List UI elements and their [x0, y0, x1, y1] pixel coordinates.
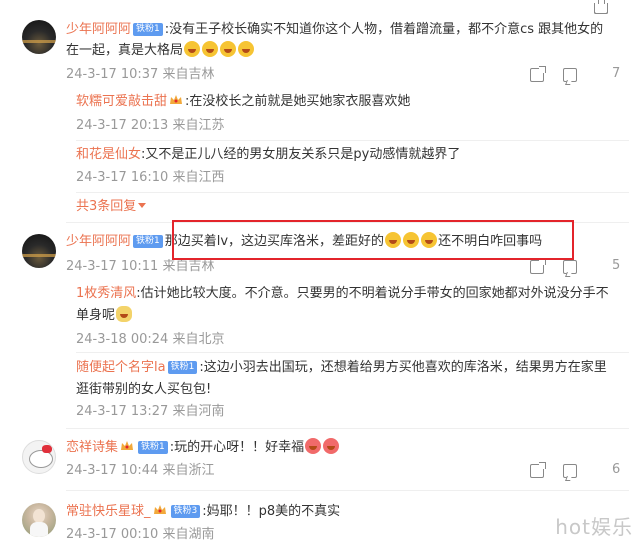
highlight-box: [172, 220, 574, 260]
divider: [76, 352, 629, 353]
fan-badge[interactable]: 铁粉1: [133, 23, 163, 36]
reply-username[interactable]: 和花是仙女: [76, 147, 141, 162]
laugh-emoji: [184, 41, 201, 57]
more-replies-label: 共3条回复: [76, 199, 137, 214]
caret-down-icon: [138, 203, 147, 208]
reply-meta: 24-3-17 13:27 来自河南: [76, 404, 225, 419]
reply-text: :估计她比较大度。不介意。只要男的不明着说分手带女的回家她都对外说没分手不: [136, 286, 609, 301]
fan-badge[interactable]: 铁粉1: [133, 235, 163, 248]
divider: [76, 192, 629, 193]
reply-username[interactable]: 随便起个名字la: [76, 360, 166, 375]
avatar[interactable]: [22, 503, 56, 537]
avatar[interactable]: [22, 234, 56, 268]
laugh-emoji: [238, 41, 255, 57]
heart-face-emoji: [305, 438, 322, 454]
comment-meta: 24-3-17 00:10 来自湖南: [66, 527, 215, 542]
reply-text: :这边小羽去出国玩，还想着给男方买他喜欢的库洛米，结果男方在家里: [199, 360, 607, 375]
comment-text: :妈耶！！p8美的不真实: [202, 504, 341, 519]
fan-badge[interactable]: 铁粉3: [170, 505, 201, 518]
heart-face-emoji: [323, 438, 340, 454]
thumbs-up-icon[interactable]: [594, 0, 608, 14]
crown-icon: [153, 503, 167, 515]
crown-icon: [120, 439, 134, 451]
reply-icon[interactable]: [563, 464, 577, 478]
reply-text-cont: 逛街带别的女人买包包!: [76, 382, 212, 397]
avatar[interactable]: [22, 20, 56, 54]
like-count: 7: [612, 66, 621, 81]
crown-icon: [169, 93, 183, 105]
reply-icon[interactable]: [563, 260, 577, 274]
cat-emoji: [116, 306, 133, 322]
like-count: 6: [612, 462, 621, 477]
reply-username[interactable]: 1枚秀清风: [76, 286, 136, 301]
avatar[interactable]: [22, 440, 56, 474]
divider: [66, 490, 629, 491]
comment-meta: 24-3-17 10:44 来自浙江: [66, 463, 215, 478]
comment-username[interactable]: 恋祥诗集: [66, 440, 118, 455]
comment-text: :没有王子校长确实不知道你这个人物，借着蹭流量，都不介意cs 跟其他女的: [164, 22, 604, 37]
fan-badge[interactable]: 铁粉1: [138, 441, 168, 454]
like-count: 5: [612, 258, 621, 273]
comment-username[interactable]: 少年阿阿阿: [66, 22, 131, 37]
comment-username[interactable]: 常驻快乐星球_: [66, 504, 151, 519]
reply-meta: 24-3-17 20:13 来自江苏: [76, 118, 225, 133]
watermark: hot娱乐: [555, 515, 633, 539]
divider: [66, 428, 629, 429]
comment-username[interactable]: 少年阿阿阿: [66, 234, 131, 249]
share-icon[interactable]: [530, 462, 546, 478]
reply-icon[interactable]: [563, 68, 577, 82]
more-replies-link[interactable]: 共3条回复: [76, 197, 147, 217]
laugh-emoji: [202, 41, 219, 57]
reply-meta: 24-3-17 16:10 来自江西: [76, 170, 225, 185]
comment-text-cont: 在一起，真是大格局: [66, 43, 184, 58]
reply-meta: 24-3-18 00:24 来自北京: [76, 332, 225, 347]
reply-username[interactable]: 软糯可爱敲击甜: [76, 94, 167, 109]
comment-text: :玩的开心呀！！好幸福: [169, 440, 305, 455]
comment-meta: 24-3-17 10:37 来自吉林: [66, 67, 215, 82]
divider: [76, 140, 629, 141]
comment-meta: 24-3-17 10:11 来自吉林: [66, 259, 215, 274]
share-icon[interactable]: [530, 258, 546, 274]
laugh-emoji: [220, 41, 237, 57]
reply-text-cont: 单身呢: [76, 308, 116, 323]
reply-text: :在没校长之前就是她买她家衣服喜欢她: [185, 94, 411, 109]
reply-text: :又不是正儿八经的男女朋友关系只是py动感情就越界了: [141, 147, 461, 162]
share-icon[interactable]: [530, 66, 546, 82]
fan-badge[interactable]: 铁粉1: [167, 361, 198, 374]
